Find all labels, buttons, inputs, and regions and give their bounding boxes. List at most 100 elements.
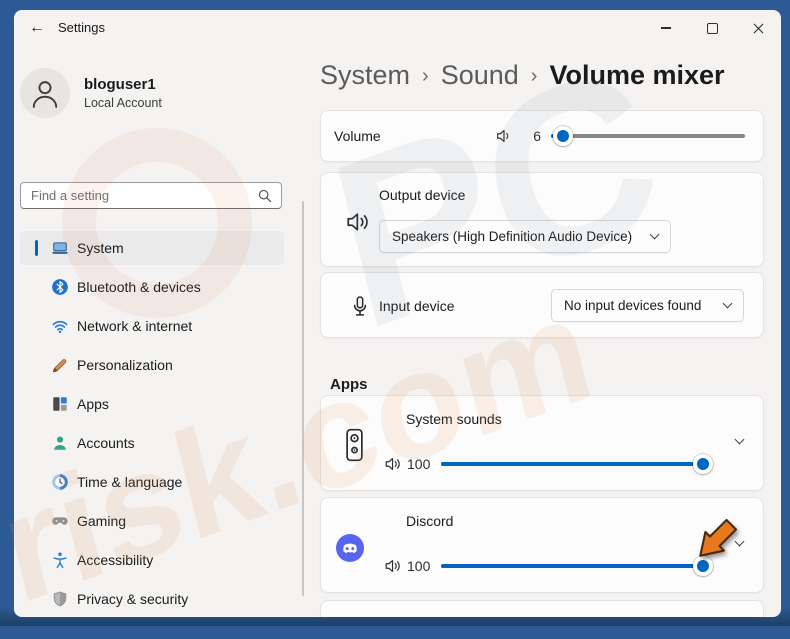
clock-icon [51, 473, 69, 491]
close-icon [753, 23, 763, 33]
user-account[interactable]: bloguser1 Local Account [20, 68, 162, 118]
discord-icon [336, 534, 364, 562]
sidebar-item-label: Accessibility [77, 552, 154, 568]
sidebar-item-apps[interactable]: Apps [20, 387, 284, 421]
user-meta: bloguser1 Local Account [84, 76, 162, 110]
slider-handle[interactable] [693, 454, 713, 474]
person-icon [51, 434, 69, 452]
search-box[interactable] [20, 182, 282, 209]
app-volume-row: 100 [384, 454, 713, 474]
input-device-dropdown[interactable]: No input devices found [551, 289, 744, 322]
main-content: System › Sound › Volume mixer Volume 6 O… [320, 46, 781, 617]
sidebar-item-time-language[interactable]: Time & language [20, 465, 284, 499]
sidebar-item-label: Time & language [77, 474, 183, 490]
accessibility-icon [51, 551, 69, 569]
slider-fill [441, 462, 703, 466]
volume-slider[interactable] [551, 126, 745, 146]
screen: { "colors": { "accent": "#0067c0", "fram… [0, 0, 790, 636]
app-volume-row: 100 [384, 556, 713, 576]
app-name: Discord [406, 513, 454, 529]
speaker-low-icon [495, 127, 513, 145]
app-card-system-sounds: System sounds 100 [320, 395, 764, 491]
page-title: Volume mixer [549, 60, 725, 90]
app-name: System sounds [406, 411, 502, 427]
volume-value: 6 [533, 128, 541, 144]
window-controls [643, 10, 781, 46]
shield-icon [51, 590, 69, 608]
speaker-waves-icon [384, 455, 402, 473]
slider-handle[interactable] [552, 126, 573, 146]
speaker-waves-icon [345, 209, 371, 235]
input-device-value: No input devices found [564, 298, 702, 313]
output-device-title: Output device [379, 187, 466, 203]
app-card-partial [320, 600, 764, 617]
annotation-arrow-icon [699, 518, 738, 557]
minimize-button[interactable] [643, 10, 689, 46]
bluetooth-icon [51, 278, 69, 296]
breadcrumb-system[interactable]: System [320, 60, 410, 91]
maximize-button[interactable] [689, 10, 735, 46]
close-button[interactable] [735, 10, 781, 46]
sidebar-item-label: Accounts [77, 435, 135, 451]
apps-section-title: Apps [330, 376, 368, 393]
slider-fill [441, 564, 703, 568]
settings-window: ← Settings bloguser1 Local Account Find … [14, 10, 781, 617]
titlebar: ← Settings [14, 10, 781, 46]
output-device-card: Output device Speakers (High Definition … [320, 172, 764, 267]
app-volume-value: 100 [407, 558, 431, 574]
search-input[interactable] [21, 188, 258, 203]
search-icon[interactable] [258, 189, 272, 203]
input-device-label: Input device [379, 298, 455, 314]
sidebar-item-personalization[interactable]: Personalization [20, 348, 284, 382]
speaker-waves-icon [384, 557, 402, 575]
sidebar: bloguser1 Local Account System [14, 46, 314, 617]
microphone-icon [348, 294, 372, 318]
sidebar-item-label: System [77, 240, 124, 256]
back-button[interactable]: ← [22, 14, 52, 42]
sidebar-item-privacy-security[interactable]: Privacy & security [20, 582, 284, 616]
user-name: bloguser1 [84, 76, 156, 93]
app-volume-value: 100 [407, 456, 431, 472]
input-device-card: Input device No input devices found [320, 272, 764, 338]
sidebar-nav: System Bluetooth & devices Network & int… [20, 231, 284, 617]
user-account-type: Local Account [84, 96, 162, 110]
sidebar-item-label: Gaming [77, 513, 127, 529]
sidebar-item-bluetooth-devices[interactable]: Bluetooth & devices [20, 270, 284, 304]
avatar [20, 68, 70, 118]
apps-grid-icon [51, 395, 69, 413]
output-device-value: Speakers (High Definition Audio Device) [392, 229, 633, 244]
expand-chevron-icon[interactable] [734, 434, 745, 445]
chevron-down-icon [649, 229, 660, 240]
wifi-icon [51, 317, 69, 335]
breadcrumb-separator: › [422, 65, 429, 87]
sidebar-item-network-internet[interactable]: Network & internet [20, 309, 284, 343]
brush-icon [51, 356, 69, 374]
volume-label: Volume [334, 128, 381, 144]
laptop-icon [51, 239, 69, 257]
sidebar-item-label: Personalization [77, 357, 173, 373]
app-card-discord: Discord 100 [320, 497, 764, 593]
sidebar-item-label: Apps [77, 396, 109, 412]
sidebar-item-accessibility[interactable]: Accessibility [20, 543, 284, 577]
sidebar-item-label: Privacy & security [77, 591, 189, 607]
chevron-down-icon [722, 298, 733, 309]
window-title: Settings [58, 20, 105, 35]
system-sounds-volume-slider[interactable] [441, 454, 713, 474]
discord-volume-slider[interactable] [441, 556, 713, 576]
breadcrumb-separator: › [530, 65, 538, 87]
sidebar-scrollbar[interactable] [302, 201, 304, 596]
system-sounds-icon [342, 428, 367, 462]
slider-track[interactable] [551, 134, 745, 138]
sidebar-item-label: Bluetooth & devices [77, 279, 201, 295]
selected-accent-bar [35, 240, 38, 256]
volume-card: Volume 6 [320, 110, 764, 162]
sidebar-item-accounts[interactable]: Accounts [20, 426, 284, 460]
output-device-dropdown[interactable]: Speakers (High Definition Audio Device) [379, 220, 671, 253]
breadcrumb-sound[interactable]: Sound [441, 60, 519, 91]
sidebar-item-label: Network & internet [77, 318, 193, 334]
gamepad-icon [51, 512, 69, 530]
breadcrumb: System › Sound › Volume mixer [320, 60, 725, 91]
sidebar-item-system[interactable]: System [20, 231, 284, 265]
person-outline-icon [32, 81, 58, 108]
sidebar-item-gaming[interactable]: Gaming [20, 504, 284, 538]
